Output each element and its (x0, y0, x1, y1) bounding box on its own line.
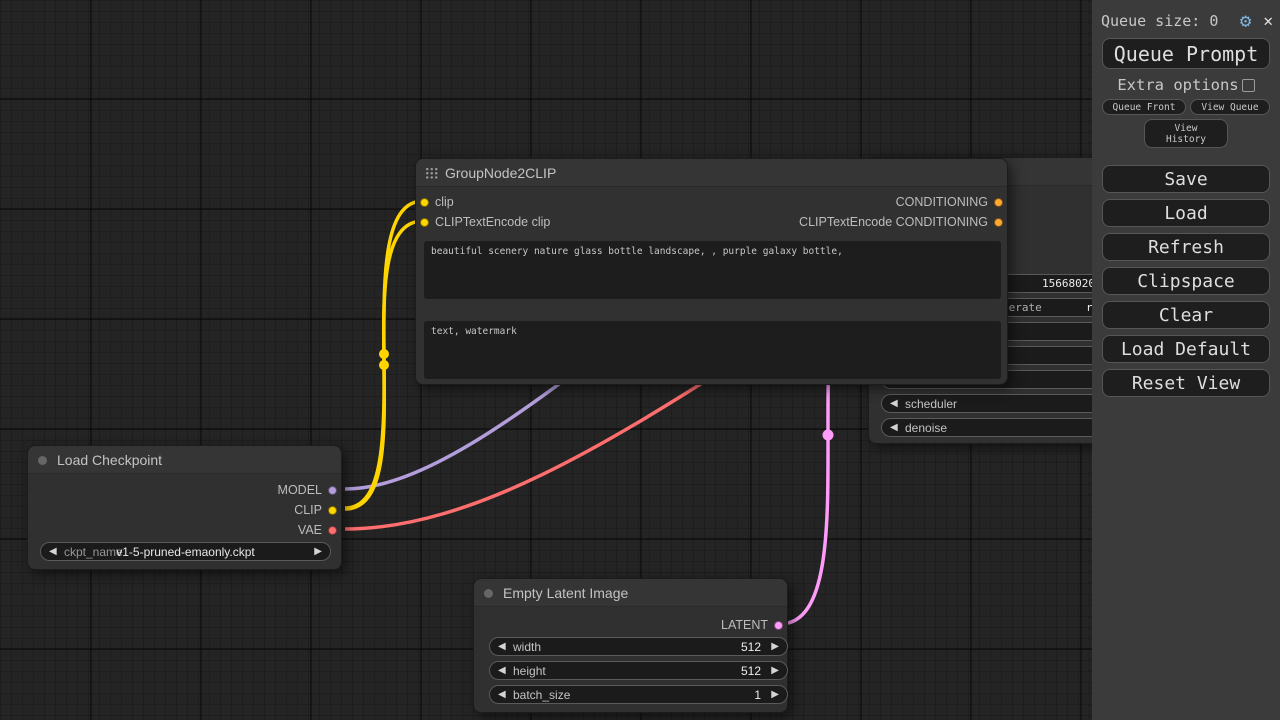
node-title: GroupNode2CLIP (445, 165, 556, 181)
output-port-cliptextencode-conditioning[interactable] (994, 218, 1003, 227)
extra-options-row: Extra options (1092, 76, 1280, 94)
negative-prompt-textarea[interactable]: text, watermark (424, 321, 1001, 379)
node-empty-latent-header[interactable]: Empty Latent Image (474, 579, 787, 607)
node-load-checkpoint-header[interactable]: Load Checkpoint (28, 446, 341, 474)
input-port-clip[interactable] (420, 198, 429, 207)
output-label-conditioning: CONDITIONING (896, 195, 988, 209)
decrement-icon[interactable]: ◀ (498, 641, 506, 652)
positive-prompt-textarea[interactable]: beautiful scenery nature glass bottle la… (424, 241, 1001, 299)
comfy-menu: Queue size: 0 ⚙ ✕ Queue Prompt Extra opt… (1092, 0, 1280, 720)
output-label-clip: CLIP (294, 503, 322, 517)
view-queue-button[interactable]: View Queue (1190, 99, 1270, 115)
collapse-dot-icon[interactable] (38, 456, 47, 465)
input-label-clip: clip (435, 195, 454, 209)
reset-view-button[interactable]: Reset View (1102, 369, 1270, 397)
wire-latent-handle[interactable] (823, 430, 834, 441)
increment-icon[interactable]: ▶ (314, 546, 322, 557)
clear-button[interactable]: Clear (1102, 301, 1270, 329)
clipspace-button[interactable]: Clipspace (1102, 267, 1270, 295)
queue-front-button[interactable]: Queue Front (1102, 99, 1186, 115)
load-button[interactable]: Load (1102, 199, 1270, 227)
queue-status-row: Queue size: 0 ⚙ ✕ (1101, 11, 1273, 31)
view-history-button[interactable]: View History (1144, 119, 1228, 148)
output-label-vae: VAE (298, 523, 322, 537)
node-graph-canvas[interactable]: 1566802087 control_after_generate random… (0, 0, 1280, 720)
height-widget[interactable]: ◀ height 512 ▶ (489, 661, 788, 680)
node-title: Load Checkpoint (57, 452, 162, 468)
close-icon[interactable]: ✕ (1263, 13, 1273, 29)
wire-clip-2-handle[interactable] (379, 360, 389, 370)
node-load-checkpoint[interactable]: Load Checkpoint MODEL CLIP VAE ◀ ckpt_na… (27, 445, 342, 570)
collapse-dot-icon[interactable] (484, 589, 493, 598)
batch-size-label: batch_size (513, 688, 570, 702)
queue-prompt-button[interactable]: Queue Prompt (1102, 38, 1270, 69)
node-empty-latent[interactable]: Empty Latent Image LATENT ◀ width 512 ▶ … (473, 578, 788, 713)
width-value: 512 (741, 640, 761, 654)
height-value: 512 (741, 664, 761, 678)
refresh-button[interactable]: Refresh (1102, 233, 1270, 261)
width-label: width (513, 640, 541, 654)
output-port-vae[interactable] (328, 526, 337, 535)
input-port-cliptextencode-clip[interactable] (420, 218, 429, 227)
extra-options-label: Extra options (1117, 76, 1238, 94)
output-label-latent: LATENT (721, 618, 768, 632)
queue-size-label: Queue size: 0 (1101, 12, 1240, 30)
wire-clip-1-handle[interactable] (379, 349, 389, 359)
decrement-icon[interactable]: ◀ (498, 689, 506, 700)
denoise-label: denoise (905, 421, 947, 435)
save-button[interactable]: Save (1102, 165, 1270, 193)
batch-size-value: 1 (754, 688, 761, 702)
output-port-conditioning[interactable] (994, 198, 1003, 207)
settings-gear-icon[interactable]: ⚙ (1240, 12, 1251, 31)
height-label: height (513, 664, 546, 678)
node-group-clip-header[interactable]: GroupNode2CLIP (416, 159, 1007, 187)
output-port-clip[interactable] (328, 506, 337, 515)
node-title: Empty Latent Image (503, 585, 628, 601)
input-label-cliptextencode-clip: CLIPTextEncode clip (435, 215, 550, 229)
increment-icon[interactable]: ▶ (771, 641, 779, 652)
batch-size-widget[interactable]: ◀ batch_size 1 ▶ (489, 685, 788, 704)
ckpt-name-value: v1-5-pruned-emaonly.ckpt (41, 545, 330, 559)
output-label-cliptextencode-conditioning: CLIPTextEncode CONDITIONING (799, 215, 988, 229)
node-group-clip[interactable]: GroupNode2CLIP clip CLIPTextEncode clip … (415, 158, 1008, 385)
decrement-icon[interactable]: ◀ (498, 665, 506, 676)
decrement-icon[interactable]: ◀ (890, 422, 898, 433)
ckpt-name-widget[interactable]: ◀ ckpt_name v1-5-pruned-emaonly.ckpt ▶ (40, 542, 331, 561)
output-port-model[interactable] (328, 486, 337, 495)
increment-icon[interactable]: ▶ (771, 665, 779, 676)
scheduler-label: scheduler (905, 397, 957, 411)
width-widget[interactable]: ◀ width 512 ▶ (489, 637, 788, 656)
load-default-button[interactable]: Load Default (1102, 335, 1270, 363)
extra-options-checkbox[interactable] (1242, 79, 1255, 92)
grip-icon[interactable] (425, 167, 438, 179)
decrement-icon[interactable]: ◀ (890, 398, 898, 409)
output-label-model: MODEL (278, 483, 322, 497)
increment-icon[interactable]: ▶ (771, 689, 779, 700)
output-port-latent[interactable] (774, 621, 783, 630)
